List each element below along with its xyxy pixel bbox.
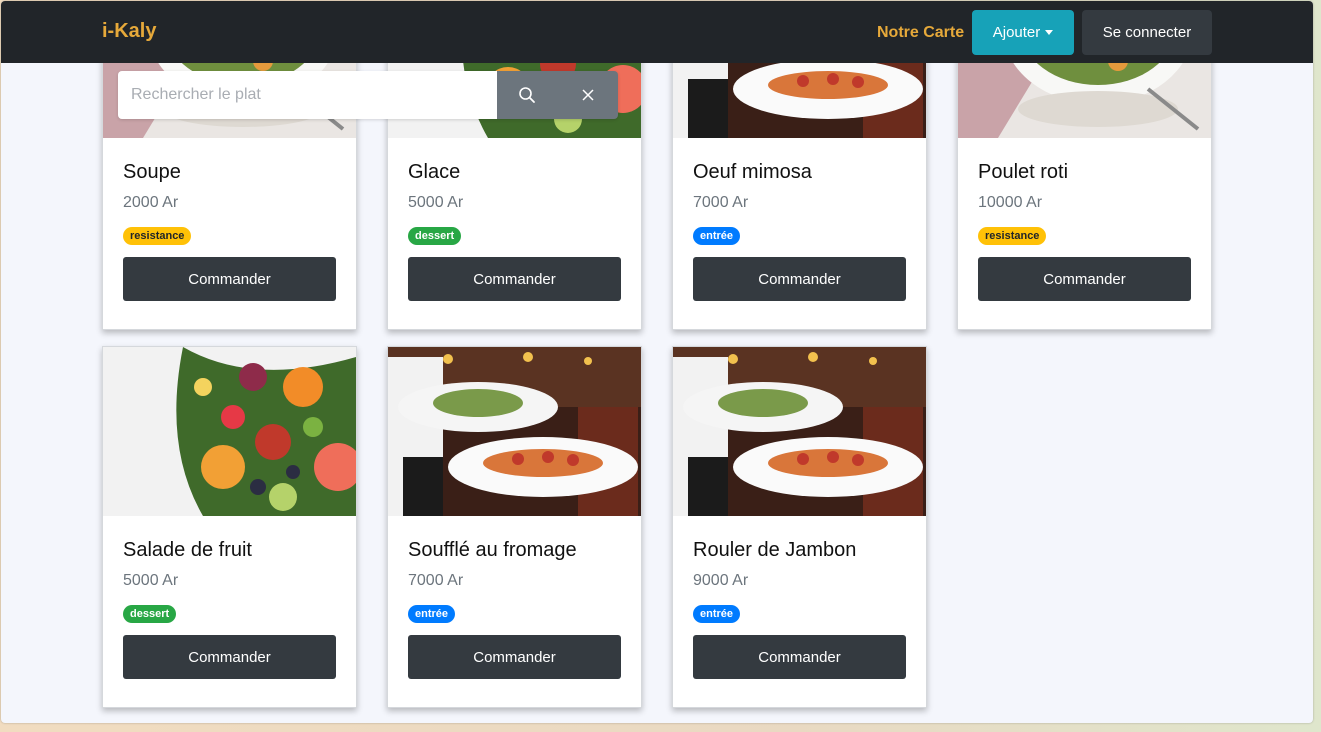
add-button-label: Ajouter [992, 24, 1041, 41]
brand-logo[interactable]: i-Kaly [102, 20, 156, 43]
dish-price: 10000 Ar [978, 194, 1043, 211]
dish-price: 7000 Ar [693, 194, 749, 211]
dish-name: Poulet roti [978, 161, 1069, 183]
order-button[interactable]: Commander [693, 257, 906, 301]
dish-image [103, 347, 356, 516]
dish-name: Oeuf mimosa [693, 161, 812, 183]
search-bar [118, 71, 618, 119]
search-icon [519, 87, 535, 103]
dish-price: 2000 Ar [123, 194, 179, 211]
dish-image [673, 347, 926, 516]
category-badge: entrée [693, 227, 741, 245]
category-badge: entrée [408, 605, 456, 623]
close-icon [581, 89, 594, 101]
add-dropdown-button[interactable]: Ajouter [972, 10, 1074, 55]
category-badge: resistance [978, 227, 1047, 245]
search-input[interactable] [118, 71, 497, 119]
dish-name: Salade de fruit [123, 539, 252, 561]
dish-name: Soupe [123, 161, 181, 183]
category-badge: resistance [123, 227, 192, 245]
category-badge: entrée [693, 605, 741, 623]
dish-price: 5000 Ar [408, 194, 464, 211]
dish-image [388, 347, 641, 516]
order-button[interactable]: Commander [693, 635, 906, 679]
category-badge: dessert [123, 605, 177, 623]
dish-name: Rouler de Jambon [693, 539, 857, 561]
dish-card: Salade de fruit 5000 Ar dessert Commande… [102, 346, 357, 708]
clear-search-button[interactable] [557, 71, 618, 119]
search-button[interactable] [497, 71, 557, 119]
dish-price: 7000 Ar [408, 572, 464, 589]
order-button[interactable]: Commander [408, 635, 621, 679]
order-button[interactable]: Commander [123, 635, 336, 679]
page-content: Soupe 2000 Ar resistance Commander Glace… [1, 1, 1313, 723]
browser-viewport: Soupe 2000 Ar resistance Commander Glace… [1, 1, 1313, 723]
category-badge: dessert [408, 227, 462, 245]
dish-price: 5000 Ar [123, 572, 179, 589]
dish-name: Soufflé au fromage [408, 539, 577, 561]
top-navbar: i-Kaly Notre Carte Ajouter Se connecter [1, 1, 1313, 63]
order-button[interactable]: Commander [978, 257, 1191, 301]
dish-card: Rouler de Jambon 9000 Ar entrée Commande… [672, 346, 927, 708]
dish-name: Glace [408, 161, 461, 183]
dish-card: Soufflé au fromage 7000 Ar entrée Comman… [387, 346, 642, 708]
chevron-down-icon [1045, 30, 1054, 35]
nav-link-notre-carte[interactable]: Notre Carte [877, 24, 964, 42]
login-button[interactable]: Se connecter [1082, 10, 1212, 55]
order-button[interactable]: Commander [408, 257, 621, 301]
dish-price: 9000 Ar [693, 572, 749, 589]
order-button[interactable]: Commander [123, 257, 336, 301]
